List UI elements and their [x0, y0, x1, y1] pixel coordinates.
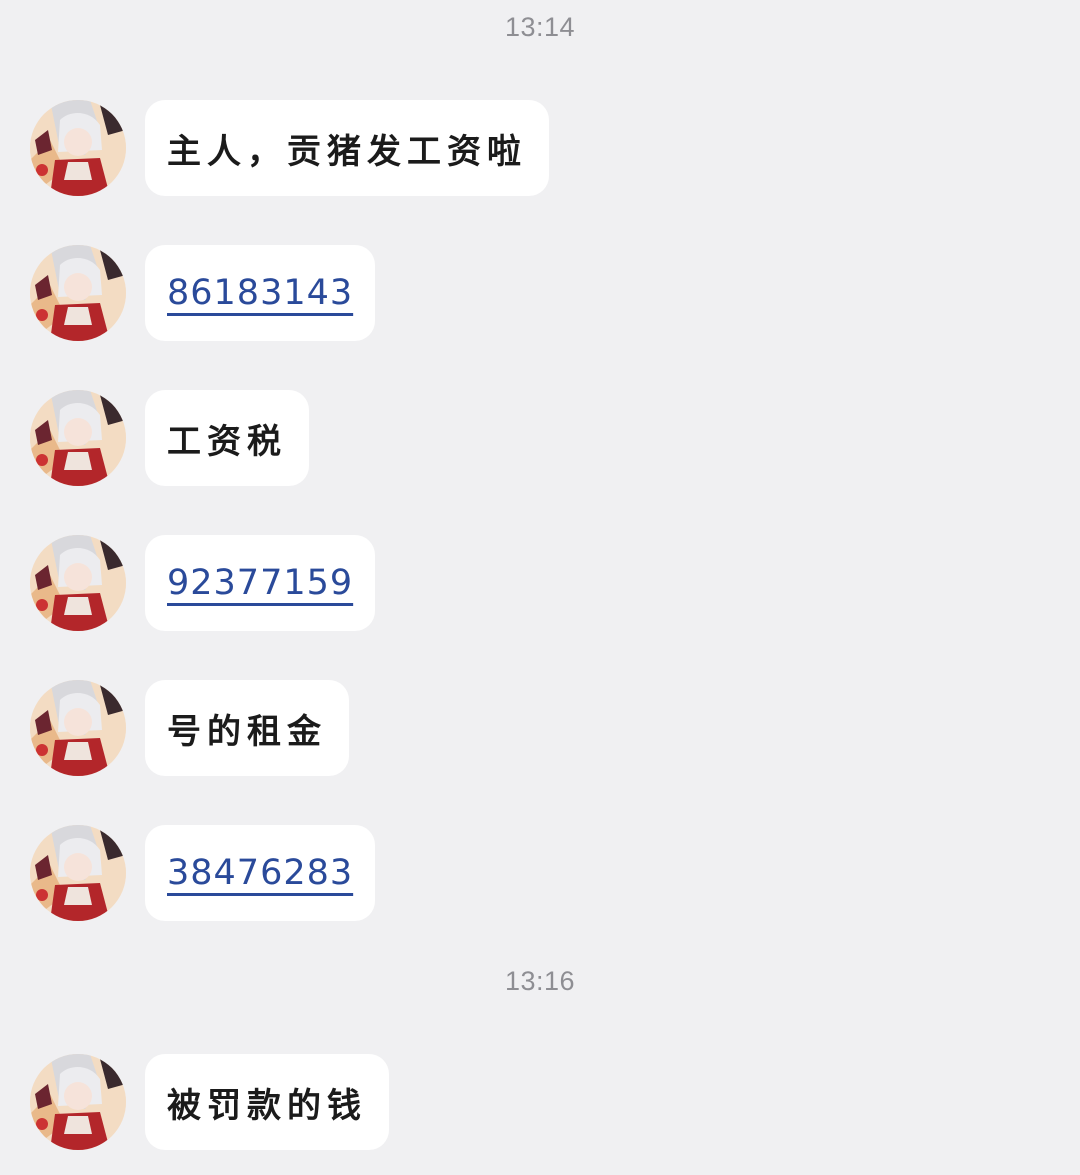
message-bubble[interactable]: 号的租金: [145, 680, 349, 776]
avatar[interactable]: [30, 100, 126, 196]
message-text: 被罚款的钱: [167, 1085, 367, 1126]
timestamp: 13:14: [504, 12, 576, 42]
message-bubble[interactable]: 92377159: [145, 535, 376, 631]
message-text: 主人，贡猪发工资啦: [167, 131, 527, 172]
message-link[interactable]: 86183143: [167, 273, 353, 313]
message-text: 号的租金: [167, 711, 327, 752]
anime-character-avatar-icon: [30, 680, 126, 776]
message-link[interactable]: 92377159: [167, 563, 353, 603]
anime-character-avatar-icon: [30, 535, 126, 631]
avatar[interactable]: [30, 680, 126, 776]
anime-character-avatar-icon: [30, 1054, 126, 1150]
anime-character-avatar-icon: [30, 245, 126, 341]
avatar[interactable]: [30, 245, 126, 341]
avatar[interactable]: [30, 1054, 126, 1150]
message-bubble[interactable]: 工资税: [145, 390, 309, 486]
message-bubble[interactable]: 主人，贡猪发工资啦: [145, 100, 549, 196]
timestamp: 13:16: [504, 966, 576, 996]
avatar[interactable]: [30, 390, 126, 486]
anime-character-avatar-icon: [30, 825, 126, 921]
message-bubble[interactable]: 38476283: [145, 825, 376, 921]
anime-character-avatar-icon: [30, 100, 126, 196]
avatar[interactable]: [30, 535, 126, 631]
avatar[interactable]: [30, 825, 126, 921]
message-link[interactable]: 38476283: [167, 853, 353, 893]
message-text: 工资税: [167, 421, 287, 462]
message-bubble[interactable]: 被罚款的钱: [145, 1054, 389, 1150]
message-bubble[interactable]: 86183143: [145, 245, 376, 341]
anime-character-avatar-icon: [30, 390, 126, 486]
chat-message-list[interactable]: 13:14 主人，贡猪发工资啦 86183143 工资税 92377159 号的…: [0, 0, 1080, 1175]
